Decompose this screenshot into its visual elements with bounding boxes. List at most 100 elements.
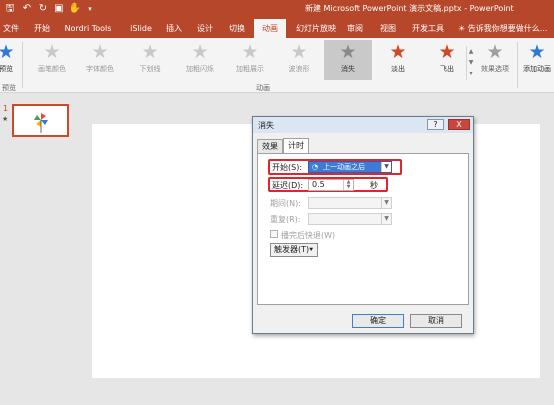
chevron-down-icon: ▼ — [381, 198, 391, 208]
effect-label: 飞出 — [440, 65, 454, 73]
tell-me-text: 告诉我你想要做什么... — [467, 24, 548, 33]
animations-ribbon: ★ 预览 ★ 画笔颜色 ★ 字体颜色 ★ 下划线 ★ 加粗闪烁 ★ 加粗展示 ★… — [0, 38, 554, 93]
close-button[interactable]: X — [448, 119, 470, 130]
delay-unit: 秒 — [370, 181, 378, 190]
repeat-label: 重复(R): — [270, 215, 301, 224]
delay-value: 0.5 — [312, 180, 325, 189]
duration-label: 期间(N): — [270, 199, 301, 208]
delay-input[interactable]: 0.5 ▲ ▼ — [308, 179, 354, 191]
start-from-beginning-icon[interactable]: ▣ — [52, 2, 66, 16]
tab-developer[interactable]: 开发工具 — [411, 19, 445, 38]
star-icon: ★ — [43, 41, 61, 63]
clock-icon: ◔ — [312, 163, 319, 171]
star-icon: ★ — [141, 41, 159, 63]
ok-button[interactable]: 确定 — [352, 314, 404, 328]
effect-font-color[interactable]: ★ 字体颜色 — [76, 40, 124, 80]
slide-thumbnail[interactable] — [12, 104, 69, 137]
pinwheel-icon — [34, 113, 48, 133]
window-title: 新建 Microsoft PowerPoint 演示文稿.pptx - Powe… — [305, 4, 514, 13]
chevron-down-icon: ▼ — [381, 162, 391, 172]
triggers-label: 触发器(T) — [274, 245, 310, 254]
effect-options-button[interactable]: ★ 效果选项 — [475, 40, 515, 80]
tab-insert[interactable]: 插入 — [163, 19, 185, 38]
tab-review[interactable]: 审阅 — [344, 19, 366, 38]
tab-slideshow[interactable]: 幻灯片放映 — [294, 19, 338, 38]
effect-underline[interactable]: ★ 下划线 — [126, 40, 174, 80]
star-icon: ★ — [290, 41, 308, 63]
star-icon: ★ — [241, 41, 259, 63]
tab-animations[interactable]: 动画 — [254, 19, 286, 38]
spinner-arrows-icon[interactable]: ▲ ▼ — [343, 180, 353, 190]
group-divider — [517, 42, 518, 88]
group-divider — [22, 42, 23, 88]
tab-file[interactable]: 文件 — [0, 19, 22, 38]
star-icon: ★ — [389, 41, 407, 63]
ribbon-tabs: 文件 开始 Nordri Tools iSlide 插入 设计 切换 动画 幻灯… — [0, 19, 554, 38]
start-value: 上一动画之后 — [323, 163, 365, 171]
effect-brush-color[interactable]: ★ 画笔颜色 — [28, 40, 76, 80]
redo-icon[interactable]: ↻ — [36, 2, 50, 16]
animation-marker-icon: ★ — [2, 115, 9, 123]
start-label: 开始(S): — [272, 163, 303, 172]
touch-mode-icon[interactable]: ✋ — [68, 2, 82, 16]
undo-icon[interactable]: ↶ — [20, 2, 34, 16]
cancel-button[interactable]: 取消 — [410, 314, 462, 328]
star-icon: ★ — [91, 41, 109, 63]
effect-bold-flash[interactable]: ★ 加粗闪烁 — [176, 40, 224, 80]
effect-label: 下划线 — [139, 65, 161, 73]
effect-label: 波浪形 — [288, 65, 310, 73]
effect-fade-out[interactable]: ★ 淡出 — [374, 40, 422, 80]
tab-view[interactable]: 视图 — [377, 19, 399, 38]
tab-home[interactable]: 开始 — [31, 19, 53, 38]
effect-label: 淡出 — [391, 65, 405, 73]
animation-group-label: 动画 — [256, 84, 270, 92]
repeat-select[interactable]: ▼ — [308, 213, 392, 225]
effect-label: 消失 — [341, 65, 355, 73]
animation-timing-dialog: 消失 ? X 效果 计时 开始(S): ◔ 上一动画之后 ▼ 延迟(D): 0.… — [252, 116, 474, 334]
tab-effect[interactable]: 效果 — [257, 139, 283, 153]
effect-wave[interactable]: ★ 波浪形 — [275, 40, 323, 80]
help-button[interactable]: ? — [427, 119, 444, 130]
lightbulb-icon: ☀ — [458, 24, 466, 33]
duration-select[interactable]: ▼ — [308, 197, 392, 209]
star-icon: ★ — [191, 41, 209, 63]
tab-nordri-tools[interactable]: Nordri Tools — [61, 19, 115, 38]
tab-islide[interactable]: iSlide — [126, 19, 156, 38]
delay-label: 延迟(D): — [272, 181, 304, 190]
effect-label: 加粗闪烁 — [186, 65, 214, 73]
preview-label: 预览 — [0, 65, 13, 73]
tab-timing[interactable]: 计时 — [283, 138, 309, 154]
tell-me-search[interactable]: ☀ 告诉我你想要做什么... — [458, 19, 547, 38]
customize-toolbar-icon[interactable]: ▾ — [83, 2, 97, 16]
double-chevron-down-icon: ⯆ — [308, 246, 314, 254]
tab-transitions[interactable]: 切换 — [226, 19, 248, 38]
triggers-button[interactable]: 触发器(T) ⯆ — [270, 243, 318, 257]
start-select[interactable]: ◔ 上一动画之后 ▼ — [308, 161, 392, 173]
chevron-down-icon: ▼ — [381, 214, 391, 224]
effect-label: 字体颜色 — [86, 65, 114, 73]
save-icon[interactable]: 🖫 — [3, 2, 17, 16]
dialog-title-bar: 消失 ? X — [253, 117, 473, 133]
add-animation-label: 添加动画 — [523, 65, 551, 73]
effect-label: 加粗展示 — [236, 65, 264, 73]
gallery-scroll[interactable]: ▲ ▼ ▾ — [466, 46, 475, 80]
effect-fly-out[interactable]: ★ 飞出 — [423, 40, 471, 80]
effect-bold-reveal[interactable]: ★ 加粗展示 — [226, 40, 274, 80]
dialog-title: 消失 — [258, 121, 274, 130]
preview-group-label: 预览 — [2, 84, 16, 92]
effect-disappear[interactable]: ★ 消失 — [324, 40, 372, 80]
rewind-label: 播完后快退(W) — [281, 231, 336, 240]
preview-star-icon: ★ — [0, 41, 15, 63]
add-animation-icon: ★ — [528, 41, 546, 63]
effect-label: 画笔颜色 — [38, 65, 66, 73]
preview-button[interactable]: ★ 预览 — [0, 40, 20, 80]
add-animation-button[interactable]: ★ 添加动画 — [519, 40, 554, 80]
star-icon: ★ — [438, 41, 456, 63]
slide-number: 1 — [3, 104, 9, 113]
tab-design[interactable]: 设计 — [194, 19, 216, 38]
title-bar: 🖫 ↶ ↻ ▣ ✋ ▾ 新建 Microsoft PowerPoint 演示文稿… — [0, 0, 554, 19]
star-icon: ★ — [339, 41, 357, 63]
timing-panel: 开始(S): ◔ 上一动画之后 ▼ 延迟(D): 0.5 ▲ ▼ 秒 期间(N):… — [257, 153, 469, 305]
rewind-checkbox[interactable] — [270, 230, 278, 238]
effect-options-label: 效果选项 — [481, 65, 509, 73]
